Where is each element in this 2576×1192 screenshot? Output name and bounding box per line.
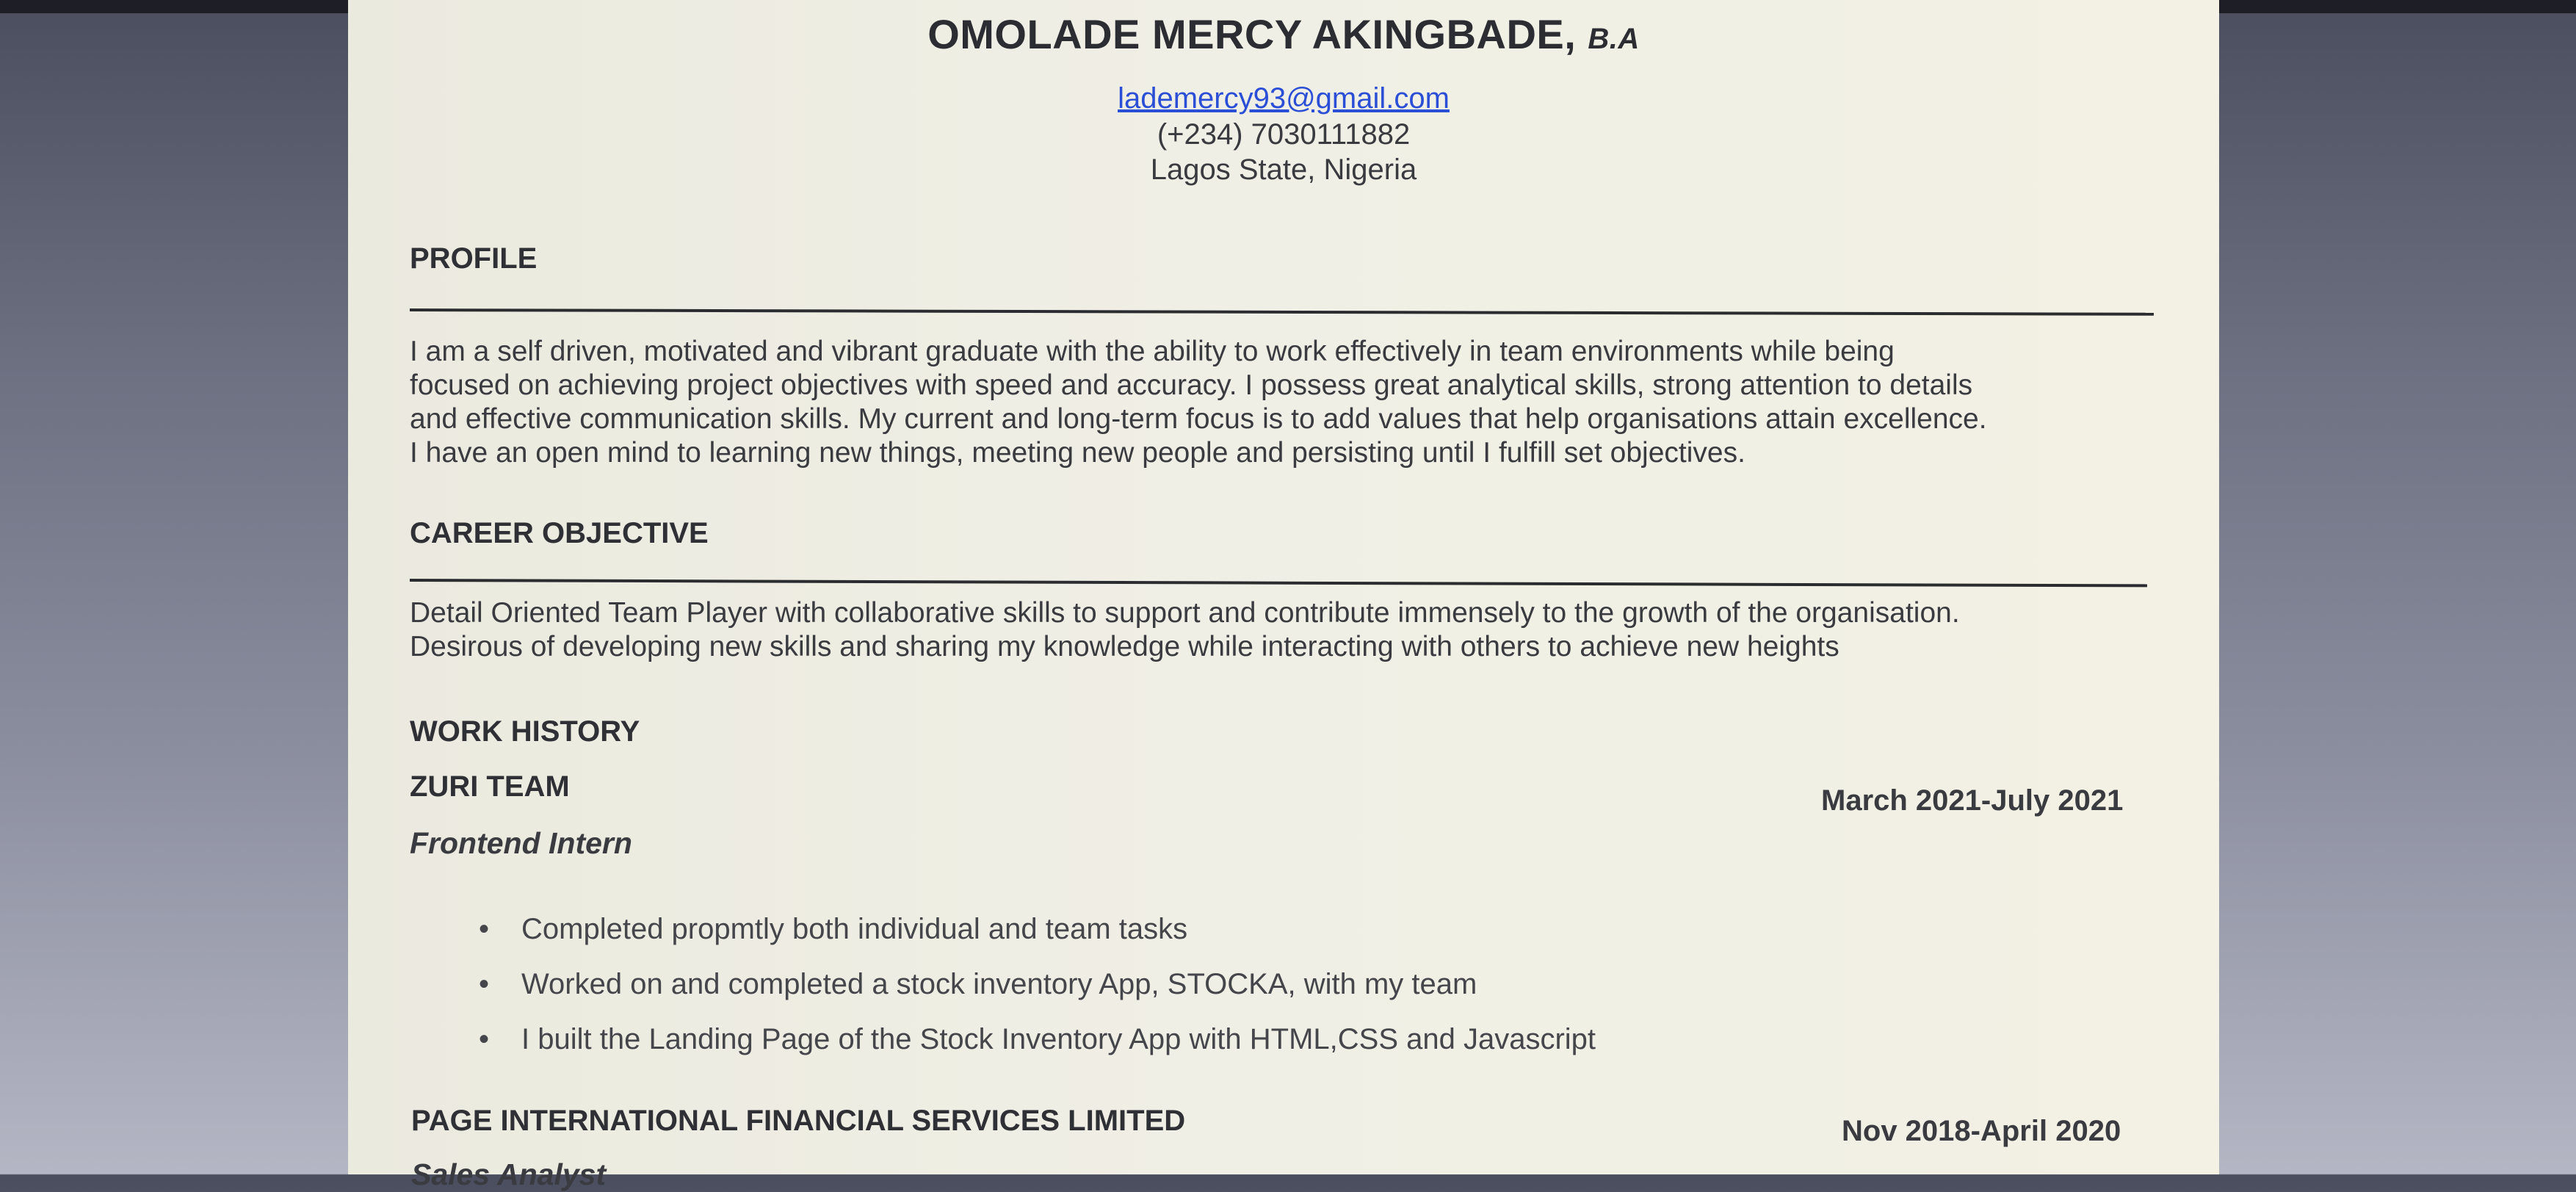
job-role: Frontend Intern xyxy=(410,826,632,860)
candidate-name-line: OMOLADE MERCY AKINGBADE, B.A xyxy=(348,10,2219,58)
career-objective-line: Detail Oriented Team Player with collabo… xyxy=(410,597,1960,629)
career-objective-heading: CAREER OBJECTIVE xyxy=(410,517,709,549)
career-objective-text: Detail Oriented Team Player with collabo… xyxy=(410,596,1960,664)
career-objective-divider xyxy=(409,579,2147,588)
list-item: • Worked on and completed a stock invento… xyxy=(470,957,1596,1012)
work-history-heading: WORK HISTORY xyxy=(410,715,640,748)
email-link[interactable]: lademercy93@gmail.com xyxy=(1118,82,1450,115)
bullet-icon: • xyxy=(479,913,490,945)
location: Lagos State, Nigeria xyxy=(1150,153,1417,186)
profile-line: I have an open mind to learning new thin… xyxy=(410,437,1745,469)
email-line: lademercy93@gmail.com xyxy=(348,82,2219,115)
job-dates: March 2021-July 2021 xyxy=(1821,784,2124,817)
job-company: ZURI TEAM xyxy=(410,770,570,803)
job-dates: Nov 2018-April 2020 xyxy=(1842,1115,2121,1147)
job-bullet-list: • Completed propmtly both individual and … xyxy=(470,902,1596,1067)
bullet-icon: • xyxy=(479,1023,490,1055)
candidate-credential: B.A xyxy=(1588,23,1640,55)
profile-line: and effective communication skills. My c… xyxy=(410,403,1987,435)
candidate-name: OMOLADE MERCY AKINGBADE, xyxy=(927,11,1577,57)
profile-text: I am a self driven, motivated and vibran… xyxy=(410,335,1987,470)
list-item: • I built the Landing Page of the Stock I… xyxy=(470,1012,1596,1067)
phone-number: (+234) 7030111882 xyxy=(1157,118,1411,151)
profile-line: focused on achieving project objectives … xyxy=(410,369,1973,401)
resume-page: OMOLADE MERCY AKINGBADE, B.A lademercy93… xyxy=(348,0,2219,1191)
job-role: Sales Analyst xyxy=(411,1157,607,1191)
profile-line: I am a self driven, motivated and vibran… xyxy=(410,336,1895,367)
profile-divider xyxy=(409,308,2154,316)
bullet-icon: • xyxy=(479,968,490,1000)
list-item: • Completed propmtly both individual and … xyxy=(470,902,1596,957)
profile-heading: PROFILE xyxy=(410,242,538,275)
job-company: PAGE INTERNATIONAL FINANCIAL SERVICES LI… xyxy=(411,1105,1186,1137)
career-objective-line: Desirous of developing new skills and sh… xyxy=(410,631,1839,662)
